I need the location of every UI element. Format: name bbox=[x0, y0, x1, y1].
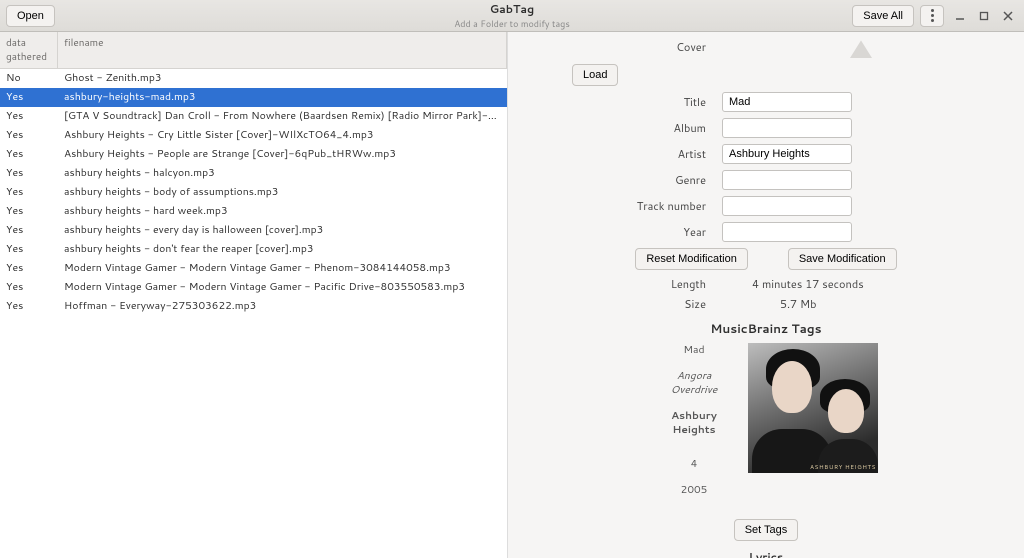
table-row[interactable]: Yesashbury heights - every day is hallow… bbox=[0, 221, 507, 240]
reset-modification-button[interactable]: Reset Modification bbox=[635, 248, 748, 270]
table-row[interactable]: YesHoffman - Everyway-275303622.mp3 bbox=[0, 297, 507, 316]
save-modification-button[interactable]: Save Modification bbox=[788, 248, 897, 270]
cell-filename: ashbury heights - don't fear the reaper … bbox=[58, 241, 507, 257]
mb-title: Mad bbox=[654, 343, 734, 357]
cell-data-gathered: Yes bbox=[0, 298, 58, 314]
album-label: Album bbox=[532, 120, 722, 136]
load-row: Load bbox=[532, 64, 1000, 86]
mb-artist: Ashbury Heights bbox=[654, 409, 734, 437]
cell-filename: Hoffman - Everyway-275303622.mp3 bbox=[58, 298, 507, 314]
track-input[interactable] bbox=[722, 196, 852, 216]
cell-data-gathered: Yes bbox=[0, 203, 58, 219]
kebab-icon bbox=[931, 9, 934, 22]
cell-data-gathered: Yes bbox=[0, 184, 58, 200]
window-controls bbox=[950, 6, 1018, 26]
cell-filename: ashbury heights - every day is halloween… bbox=[58, 222, 507, 238]
file-list-pane: data gathered filename NoGhost - Zenith.… bbox=[0, 32, 508, 558]
headerbar: Open GabTag Add a Folder to modify tags … bbox=[0, 0, 1024, 32]
album-input[interactable] bbox=[722, 118, 852, 138]
year-input[interactable] bbox=[722, 222, 852, 242]
table-row[interactable]: YesAshbury Heights - Cry Little Sister [… bbox=[0, 126, 507, 145]
cell-filename: Ashbury Heights - People are Strange [Co… bbox=[58, 146, 507, 162]
size-value: 5.7 Mb bbox=[722, 296, 1000, 312]
genre-label: Genre bbox=[532, 172, 722, 188]
cell-filename: ashbury heights - hard week.mp3 bbox=[58, 203, 507, 219]
set-tags-button[interactable]: Set Tags bbox=[734, 519, 799, 541]
load-button[interactable]: Load bbox=[572, 64, 618, 86]
header-filename[interactable]: filename bbox=[58, 32, 507, 68]
cell-filename: Ghost - Zenith.mp3 bbox=[58, 70, 507, 86]
artist-label: Artist bbox=[532, 146, 722, 162]
table-row[interactable]: Yesashbury heights - hard week.mp3 bbox=[0, 202, 507, 221]
table-row[interactable]: Yesashbury heights - halcyon.mp3 bbox=[0, 164, 507, 183]
maximize-button[interactable] bbox=[974, 6, 994, 26]
minimize-icon bbox=[955, 11, 965, 21]
cell-filename: ashbury heights - body of assumptions.mp… bbox=[58, 184, 507, 200]
cell-data-gathered: Yes bbox=[0, 165, 58, 181]
cell-filename: Modern Vintage Gamer - Modern Vintage Ga… bbox=[58, 260, 507, 276]
lyrics-section: Lyrics Make a spadeKing of heartsI was m… bbox=[532, 549, 1000, 558]
table-row[interactable]: Yesashbury-heights-mad.mp3 bbox=[0, 88, 507, 107]
cell-data-gathered: Yes bbox=[0, 127, 58, 143]
length-label: Length bbox=[532, 276, 722, 292]
title-label: Title bbox=[532, 94, 722, 110]
close-icon bbox=[1003, 11, 1013, 21]
cell-data-gathered: Yes bbox=[0, 146, 58, 162]
musicbrainz-section: MusicBrainz Tags Mad Angora Overdrive As… bbox=[532, 320, 1000, 541]
track-label: Track number bbox=[532, 198, 722, 214]
cell-filename: Ashbury Heights - Cry Little Sister [Cov… bbox=[58, 127, 507, 143]
table-row[interactable]: Yes[GTA V Soundtrack] Dan Croll - From N… bbox=[0, 107, 507, 126]
file-list-headers: data gathered filename bbox=[0, 32, 507, 69]
cell-data-gathered: Yes bbox=[0, 222, 58, 238]
title-input[interactable] bbox=[722, 92, 852, 112]
save-all-button[interactable]: Save All bbox=[852, 5, 914, 27]
size-label: Size bbox=[532, 296, 722, 312]
length-value: 4 minutes 17 seconds bbox=[722, 276, 1000, 292]
musicbrainz-meta: Mad Angora Overdrive Ashbury Heights 4 2… bbox=[654, 343, 734, 509]
cover-label: Cover bbox=[532, 39, 722, 55]
minimize-button[interactable] bbox=[950, 6, 970, 26]
table-row[interactable]: Yesashbury heights - don't fear the reap… bbox=[0, 240, 507, 259]
tag-editor-pane: Cover Load Title Album Artist Genre Trac… bbox=[508, 32, 1024, 558]
year-label: Year bbox=[532, 224, 722, 240]
maximize-icon bbox=[979, 11, 989, 21]
cell-data-gathered: Yes bbox=[0, 241, 58, 257]
menu-button[interactable] bbox=[920, 5, 944, 27]
artist-input[interactable] bbox=[722, 144, 852, 164]
header-data-gathered[interactable]: data gathered bbox=[0, 32, 58, 68]
cell-data-gathered: Yes bbox=[0, 89, 58, 105]
cell-filename: Modern Vintage Gamer - Modern Vintage Ga… bbox=[58, 279, 507, 295]
cell-data-gathered: Yes bbox=[0, 260, 58, 276]
cell-filename: ashbury heights - halcyon.mp3 bbox=[58, 165, 507, 181]
table-row[interactable]: NoGhost - Zenith.mp3 bbox=[0, 69, 507, 88]
genre-input[interactable] bbox=[722, 170, 852, 190]
table-row[interactable]: Yesashbury heights - body of assumptions… bbox=[0, 183, 507, 202]
cover-row: Cover bbox=[532, 36, 1000, 58]
table-row[interactable]: YesModern Vintage Gamer - Modern Vintage… bbox=[0, 278, 507, 297]
cell-filename: ashbury-heights-mad.mp3 bbox=[58, 89, 507, 105]
table-row[interactable]: YesAshbury Heights - People are Strange … bbox=[0, 145, 507, 164]
cover-placeholder-icon bbox=[850, 36, 872, 58]
close-button[interactable] bbox=[998, 6, 1018, 26]
file-list-rows[interactable]: NoGhost - Zenith.mp3Yesashbury-heights-m… bbox=[0, 69, 507, 316]
mb-album: Angora Overdrive bbox=[654, 369, 734, 397]
cell-data-gathered: Yes bbox=[0, 279, 58, 295]
mb-track: 4 bbox=[654, 457, 734, 471]
cover-value bbox=[722, 36, 1000, 58]
musicbrainz-cover: ASHBURY HEIGHTS bbox=[748, 343, 878, 473]
cell-data-gathered: Yes bbox=[0, 108, 58, 124]
open-button[interactable]: Open bbox=[6, 5, 55, 27]
mb-year: 2005 bbox=[654, 483, 734, 497]
lyrics-heading: Lyrics bbox=[532, 549, 1000, 558]
mb-cover-caption: ASHBURY HEIGHTS bbox=[810, 462, 876, 471]
table-row[interactable]: YesModern Vintage Gamer - Modern Vintage… bbox=[0, 259, 507, 278]
cell-filename: [GTA V Soundtrack] Dan Croll - From Nowh… bbox=[58, 108, 507, 124]
musicbrainz-heading: MusicBrainz Tags bbox=[532, 320, 1000, 337]
cell-data-gathered: No bbox=[0, 70, 58, 86]
